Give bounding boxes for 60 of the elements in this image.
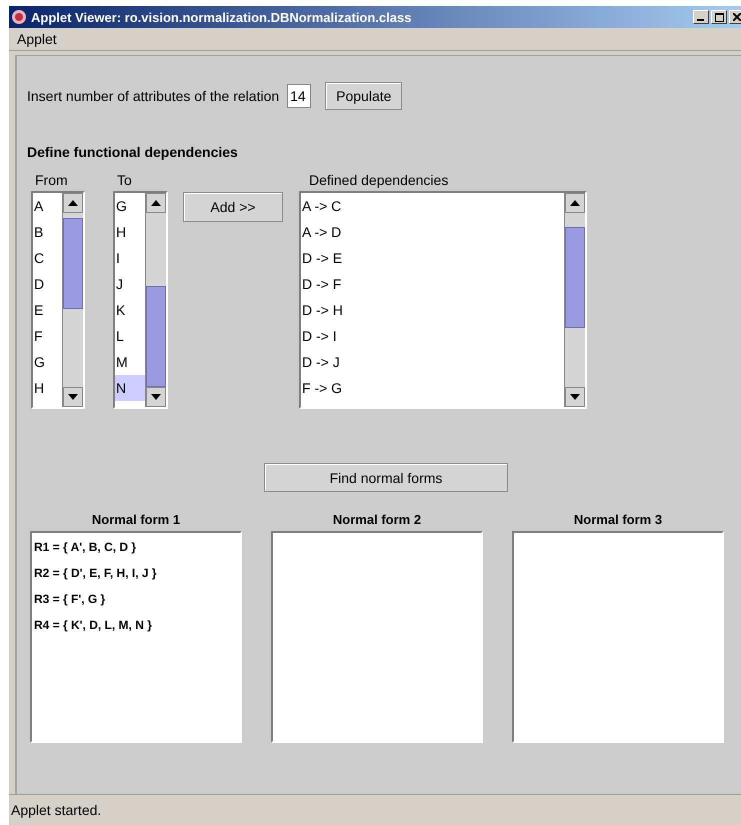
attributes-label: Insert number of attributes of the relation	[27, 88, 280, 104]
list-item[interactable]: G	[33, 349, 62, 375]
scroll-thumb[interactable]	[146, 286, 166, 387]
text-area[interactable]: R1 = { A', B, C, D } R2 = { D', E, F, H, I, J } R3 = { F', G } R4 = { K', D, L, M, N }	[30, 531, 242, 743]
scroll-down-icon[interactable]	[146, 387, 166, 407]
list-label: Defined dependencies	[309, 172, 450, 188]
list-item[interactable]: E	[33, 297, 62, 323]
normal-form-title: Normal form 3	[572, 512, 664, 527]
window-title: Applet Viewer: ro.vision.normalization.DBNormalization.class	[31, 10, 412, 24]
scrollbar[interactable]	[62, 193, 83, 407]
scroll-thumb[interactable]	[63, 218, 83, 309]
scroll-up-icon[interactable]	[63, 193, 83, 213]
list-item[interactable]: D -> E	[301, 245, 564, 271]
scroll-up-icon[interactable]	[565, 193, 585, 213]
add-button[interactable]: Add >>	[183, 192, 283, 222]
minimize-icon[interactable]	[693, 10, 709, 24]
list-item[interactable]: A -> C	[301, 193, 564, 219]
section-title: Define functional dependencies	[27, 144, 239, 160]
list-item[interactable]: D	[33, 271, 62, 297]
close-icon[interactable]	[729, 10, 741, 24]
list-item[interactable]: F	[33, 323, 62, 349]
status-text: Applet started.	[11, 802, 102, 818]
list-item[interactable]: H	[115, 219, 145, 245]
list-item[interactable]: C	[33, 245, 62, 271]
attributes-field[interactable]: 14	[287, 84, 312, 108]
list-item[interactable]: G	[115, 193, 145, 219]
scrollbar[interactable]	[564, 193, 585, 407]
scrollbar[interactable]	[145, 193, 166, 407]
list-item[interactable]: D -> H	[301, 297, 564, 323]
menu-item[interactable]: Applet	[13, 31, 61, 47]
normal-form-title: Normal form 1	[90, 512, 182, 527]
list-item[interactable]: H	[33, 375, 62, 401]
find-normal-forms-button[interactable]: Find normal forms	[264, 463, 508, 492]
list-item[interactable]: D -> I	[301, 323, 564, 349]
list-item[interactable]: I	[115, 245, 145, 271]
scroll-down-icon[interactable]	[63, 387, 83, 407]
list-item[interactable]: N	[115, 375, 145, 401]
scroll-up-icon[interactable]	[146, 193, 166, 213]
relation-line: R4 = { K', D, L, M, N }	[34, 617, 153, 634]
list-label: From	[35, 172, 69, 188]
list-item[interactable]: K	[115, 297, 145, 323]
list-item[interactable]: J	[115, 271, 145, 297]
list-item[interactable]: D -> J	[301, 349, 564, 375]
list-item[interactable]: M	[115, 349, 145, 375]
relation-line: R3 = { F', G }	[34, 591, 106, 608]
list-item[interactable]: A -> D	[301, 219, 564, 245]
list-item[interactable]: D -> F	[301, 271, 564, 297]
list-item[interactable]: F -> G	[301, 375, 564, 401]
scroll-down-icon[interactable]	[565, 387, 585, 407]
list-item[interactable]: L	[115, 323, 145, 349]
normal-form-title: Normal form 2	[332, 512, 422, 527]
list-item[interactable]: B	[33, 219, 62, 245]
list-label: To	[117, 172, 133, 188]
relation-line: R1 = { A', B, C, D }	[34, 539, 138, 556]
app-icon	[11, 9, 27, 25]
maximize-icon[interactable]	[711, 10, 727, 24]
scroll-thumb[interactable]	[565, 226, 585, 328]
relation-line: R2 = { D', E, F, H, I, J }	[34, 565, 158, 582]
populate-button[interactable]: Populate	[325, 82, 402, 110]
list-item[interactable]: A	[33, 193, 62, 219]
